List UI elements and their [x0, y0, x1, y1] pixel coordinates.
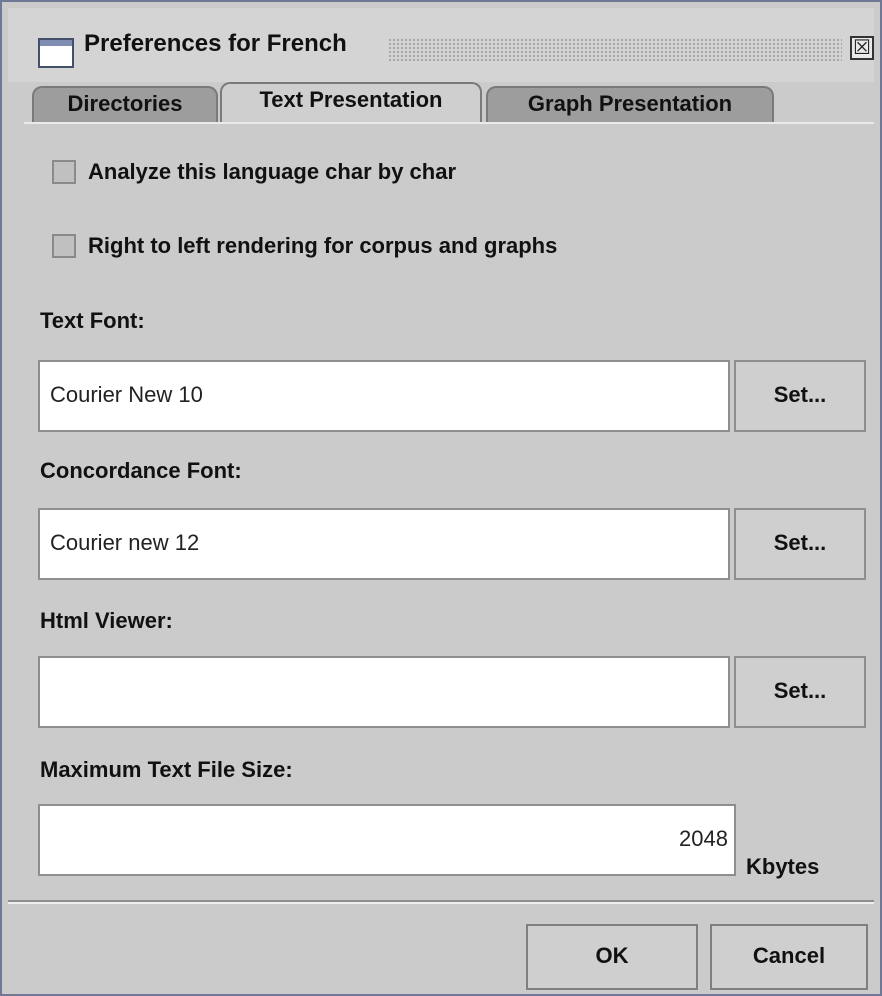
html-viewer-label: Html Viewer:: [40, 608, 173, 633]
kbytes-unit-label: Kbytes: [746, 854, 820, 879]
max-file-size-label: Maximum Text File Size:: [40, 757, 293, 782]
tab-text-presentation[interactable]: Text Presentation: [220, 82, 482, 124]
text-font-field[interactable]: Courier New 10: [38, 360, 730, 432]
ok-button[interactable]: OK: [526, 924, 698, 990]
rtl-checkbox[interactable]: [52, 234, 76, 258]
window-title: Preferences for French: [84, 30, 347, 57]
rtl-label: Right to left rendering for corpus and g…: [88, 233, 558, 258]
concordance-font-label: Concordance Font:: [40, 458, 242, 483]
tab-directories[interactable]: Directories: [32, 86, 218, 124]
text-font-label: Text Font:: [40, 308, 145, 333]
close-icon[interactable]: ☒: [850, 36, 874, 60]
char-by-char-label: Analyze this language char by char: [88, 159, 457, 184]
cancel-button[interactable]: Cancel: [710, 924, 868, 990]
tab-graph-presentation[interactable]: Graph Presentation: [486, 86, 774, 124]
window-icon: [38, 38, 74, 68]
text-font-set-button[interactable]: Set...: [734, 360, 866, 432]
title-bar-drag-area[interactable]: [388, 38, 842, 62]
char-by-char-checkbox[interactable]: [52, 160, 76, 184]
footer-separator: [8, 900, 874, 904]
concordance-font-set-button[interactable]: Set...: [734, 508, 866, 580]
html-viewer-set-button[interactable]: Set...: [734, 656, 866, 728]
title-bar[interactable]: Preferences for French ☒: [8, 8, 874, 82]
concordance-font-field[interactable]: Courier new 12: [38, 508, 730, 580]
tab-strip: Directories Text Presentation Graph Pres…: [24, 80, 874, 124]
max-file-size-field[interactable]: 2048: [38, 804, 736, 876]
rtl-option[interactable]: Right to left rendering for corpus and g…: [52, 231, 557, 261]
preferences-dialog: Preferences for French ☒ Directories Tex…: [0, 0, 882, 996]
html-viewer-field[interactable]: [38, 656, 730, 728]
char-by-char-option[interactable]: Analyze this language char by char: [52, 157, 456, 187]
